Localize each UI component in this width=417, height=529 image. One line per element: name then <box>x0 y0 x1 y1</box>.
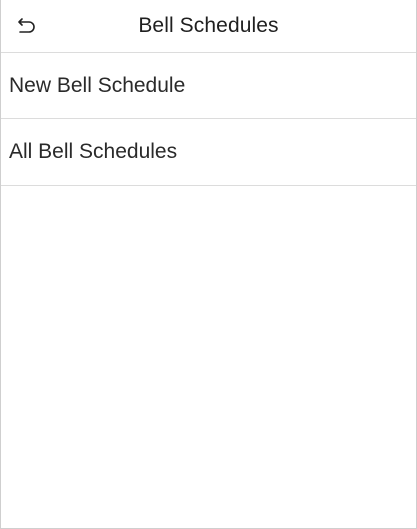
back-arrow-icon <box>18 18 35 33</box>
back-button[interactable] <box>11 10 43 42</box>
menu-item-label: All Bell Schedules <box>9 140 178 163</box>
header-bar: Bell Schedules <box>1 0 416 53</box>
menu-item-all-bell-schedules[interactable]: All Bell Schedules <box>1 119 416 186</box>
page-title: Bell Schedules <box>138 14 279 37</box>
menu-item-new-bell-schedule[interactable]: New Bell Schedule <box>1 53 416 119</box>
menu-item-label: New Bell Schedule <box>9 73 186 97</box>
screen: Bell Schedules New Bell Schedule All Bel… <box>0 0 417 529</box>
